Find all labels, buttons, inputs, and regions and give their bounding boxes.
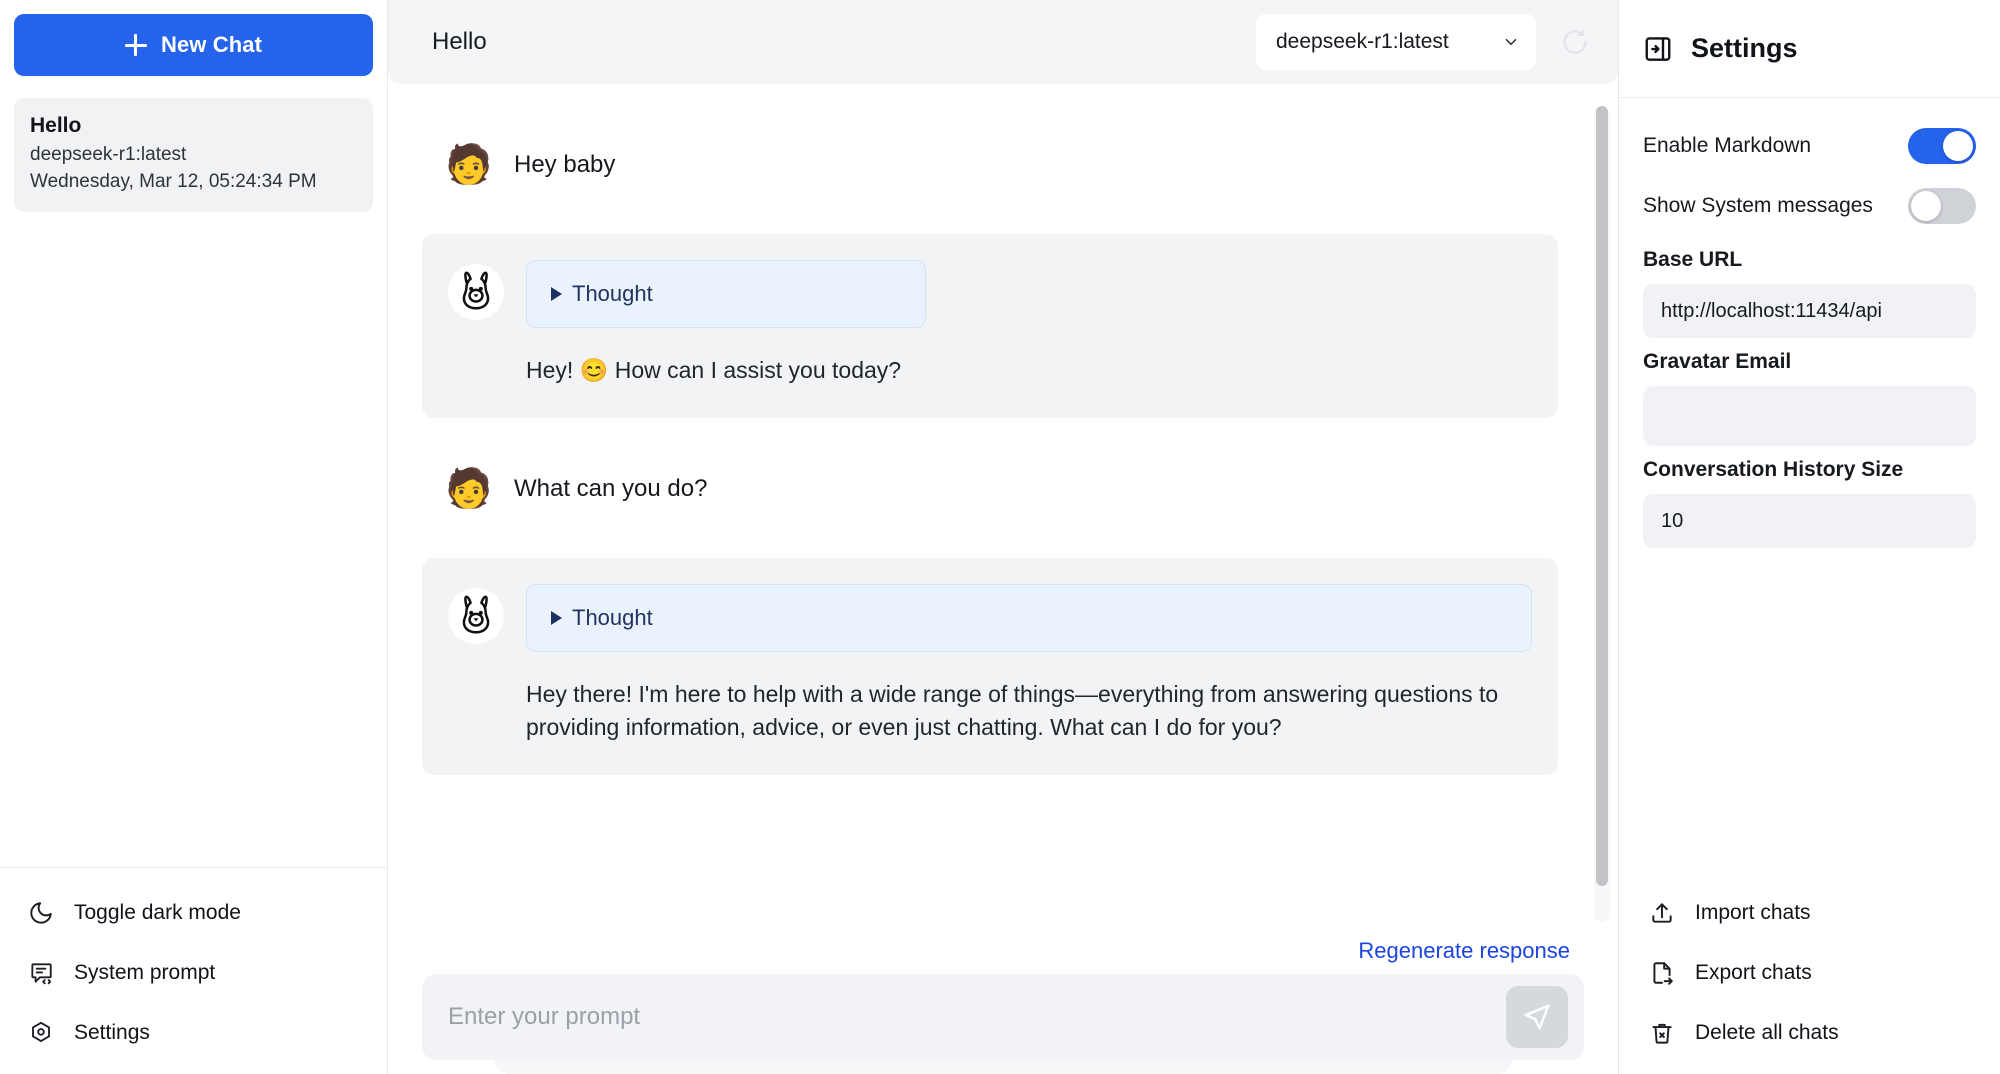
chat-item-title: Hello: [30, 114, 82, 137]
settings-panel: Settings Enable Markdown Show System mes…: [1618, 0, 2000, 1074]
show-system-messages-toggle[interactable]: [1908, 188, 1976, 224]
message-code-icon: [28, 960, 54, 986]
chat-history-item[interactable]: Hello deepseek-r1:latest Wednesday, Mar …: [14, 98, 373, 213]
chat-history-list: Hello deepseek-r1:latest Wednesday, Mar …: [0, 76, 387, 867]
composer: [422, 974, 1584, 1060]
chat-item-model: deepseek-r1:latest: [30, 144, 187, 166]
page-title: Hello: [432, 28, 487, 55]
send-button[interactable]: [1506, 986, 1568, 1048]
sidebar: New Chat Hello deepseek-r1:latest Wednes…: [0, 0, 388, 1074]
export-chats-button[interactable]: Export chats: [1619, 954, 2000, 992]
thought-label: Thought: [572, 604, 653, 630]
triangle-right-icon: [551, 610, 562, 625]
panel-collapse-icon[interactable]: [1643, 34, 1673, 64]
field-label: Conversation History Size: [1643, 458, 1904, 481]
action-label: Import chats: [1695, 901, 1811, 924]
settings-footer: Import chats Export chats Delete all cha…: [1619, 894, 2000, 1074]
base-url-input[interactable]: [1643, 284, 1976, 338]
setting-label: Enable Markdown: [1643, 134, 1812, 157]
toggle-knob: [1943, 131, 1973, 161]
sidebar-item-label: Settings: [74, 1021, 150, 1044]
prompt-input[interactable]: [448, 1003, 1506, 1031]
chat-header: Hello deepseek-r1:latest: [388, 0, 1618, 84]
new-chat-label: New Chat: [160, 32, 263, 57]
sidebar-item-settings[interactable]: Settings: [0, 1014, 387, 1052]
gear-hexagon-icon: [28, 1020, 54, 1046]
plus-icon: [124, 34, 147, 56]
upload-icon: [1649, 900, 1675, 926]
field-label: Gravatar Email: [1643, 350, 1792, 373]
thought-disclosure[interactable]: Thought: [526, 583, 1532, 652]
settings-body: Enable Markdown Show System messages Bas…: [1619, 98, 2000, 894]
message-user: 🧑 What can you do?: [422, 462, 1558, 516]
message-text: Hey baby: [514, 151, 616, 178]
setting-enable-markdown: Enable Markdown: [1633, 116, 1986, 176]
assistant-body: Thought Hey! 😊 How can I assist you toda…: [526, 260, 926, 388]
field-base-url: Base URL: [1633, 236, 1986, 338]
field-conversation-history-size: Conversation History Size: [1633, 446, 1986, 548]
sidebar-item-label: Toggle dark mode: [74, 901, 241, 924]
composer-shadow: [494, 1060, 1512, 1074]
llama-icon: [448, 264, 504, 320]
message-assistant: Thought Hey there! I'm here to help with…: [422, 557, 1558, 775]
chat-item-date: Wednesday, Mar 12, 05:24:34 PM: [30, 171, 317, 193]
sidebar-footer: Toggle dark mode System prompt Settings: [0, 867, 387, 1074]
file-export-icon: [1649, 960, 1675, 986]
message-text: Hey there! I'm here to help with a wide …: [526, 680, 1499, 741]
avatar: 🧑: [445, 144, 493, 186]
field-label: Base URL: [1643, 248, 1743, 271]
model-selector-value: deepseek-r1:latest: [1276, 30, 1449, 53]
regenerate-response-button[interactable]: Regenerate response: [1358, 938, 1570, 964]
composer-area: Regenerate response: [388, 932, 1618, 1074]
main-chat-area: Hello deepseek-r1:latest 🧑 Hey baby Thou…: [388, 0, 1618, 1074]
thought-label: Thought: [572, 281, 653, 306]
message-list: 🧑 Hey baby Thought Hey! 😊 How can I assi…: [388, 84, 1618, 785]
sidebar-top: New Chat: [0, 0, 387, 76]
sidebar-item-label: System prompt: [74, 961, 216, 984]
llama-icon: [448, 587, 504, 644]
app-root: New Chat Hello deepseek-r1:latest Wednes…: [0, 0, 2000, 1074]
message-text: Hey! 😊 How can I assist you today?: [526, 357, 902, 383]
action-label: Delete all chats: [1695, 1021, 1839, 1044]
gravatar-email-input[interactable]: [1643, 386, 1976, 446]
chevron-down-icon: [1502, 33, 1520, 51]
message-user: 🧑 Hey baby: [422, 138, 1558, 192]
chat-scrollbar-thumb[interactable]: [1596, 106, 1608, 886]
sidebar-item-system-prompt[interactable]: System prompt: [0, 954, 387, 992]
refresh-models-button[interactable]: [1558, 25, 1592, 59]
message-text: What can you do?: [514, 474, 708, 502]
triangle-right-icon: [551, 287, 562, 301]
message-scroll-container: 🧑 Hey baby Thought Hey! 😊 How can I assi…: [388, 84, 1618, 932]
delete-all-chats-button[interactable]: Delete all chats: [1619, 1014, 2000, 1052]
moon-icon: [28, 900, 54, 926]
action-label: Export chats: [1695, 961, 1812, 984]
trash-icon: [1649, 1020, 1675, 1046]
enable-markdown-toggle[interactable]: [1908, 128, 1976, 164]
import-chats-button[interactable]: Import chats: [1619, 894, 2000, 932]
assistant-body: Thought Hey there! I'm here to help with…: [526, 583, 1532, 745]
avatar: 🧑: [445, 467, 493, 510]
message-assistant: Thought Hey! 😊 How can I assist you toda…: [422, 234, 1558, 418]
thought-disclosure[interactable]: Thought: [526, 260, 926, 328]
model-selector[interactable]: deepseek-r1:latest: [1256, 14, 1536, 70]
new-chat-button[interactable]: New Chat: [14, 14, 373, 76]
setting-show-system-messages: Show System messages: [1633, 176, 1986, 236]
toggle-knob: [1911, 191, 1941, 221]
sidebar-item-toggle-dark-mode[interactable]: Toggle dark mode: [0, 894, 387, 932]
settings-title: Settings: [1691, 33, 1798, 63]
conversation-history-size-input[interactable]: [1643, 494, 1976, 548]
setting-label: Show System messages: [1643, 194, 1873, 217]
chat-scrollbar[interactable]: [1594, 106, 1610, 922]
regenerate-row: Regenerate response: [422, 932, 1584, 974]
field-gravatar-email: Gravatar Email: [1633, 338, 1986, 446]
settings-header: Settings: [1619, 0, 2000, 98]
